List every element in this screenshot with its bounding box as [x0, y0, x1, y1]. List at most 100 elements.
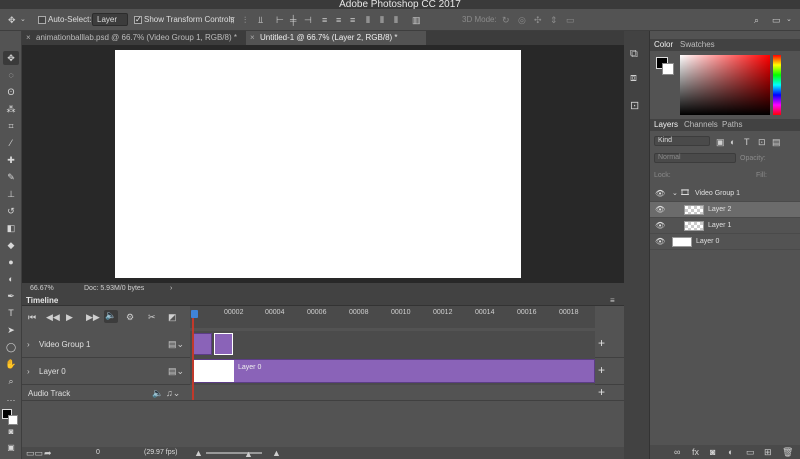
paragraph-panel-icon[interactable]: ⊡ [630, 101, 639, 112]
type-tool-icon[interactable]: T [3, 306, 19, 320]
delete-layer-icon[interactable]: 🗑 [782, 447, 793, 457]
render-video-icon[interactable]: ➦ [44, 448, 52, 458]
auto-select-check[interactable] [38, 15, 46, 24]
path-selection-tool-icon[interactable]: ➤ [3, 323, 19, 337]
brush-tool-icon[interactable]: ✎ [3, 170, 19, 184]
marquee-tool-icon[interactable]: ◌ [3, 68, 19, 82]
layer-row-video-group-1[interactable]: 👁 ⌄ 🎞 Video Group 1 [650, 186, 800, 202]
close-icon[interactable]: × [26, 31, 31, 45]
new-group-icon[interactable]: ▭ [746, 447, 755, 457]
video-clip[interactable] [214, 333, 233, 355]
video-clip[interactable] [193, 333, 212, 355]
group-chevron-icon[interactable]: ⌄ [672, 189, 678, 197]
visibility-eye-icon[interactable]: 👁 [655, 237, 665, 246]
visibility-eye-icon[interactable]: 👁 [655, 189, 665, 198]
audio-mute-icon[interactable]: 🔈 [104, 310, 118, 323]
auto-select-checkbox[interactable]: Auto-Select: [38, 14, 92, 26]
workspace-icon[interactable]: ▭ [772, 15, 781, 25]
background-swatch[interactable] [662, 63, 674, 75]
3d-orbit-icon[interactable]: ↻ [502, 15, 510, 25]
background-color-swatch[interactable] [8, 415, 18, 425]
ellipse-tool-icon[interactable]: ◯ [3, 340, 19, 354]
add-audio-icon[interactable]: + [598, 385, 605, 399]
layer-row-layer-0[interactable]: 👁 Layer 0 [650, 234, 800, 250]
3d-slide-icon[interactable]: ⇕ [550, 15, 558, 25]
history-panel-icon[interactable]: ⧉ [630, 49, 638, 60]
filter-adjust-icon[interactable]: ◐ [730, 137, 735, 147]
blur-tool-icon[interactable]: ● [3, 255, 19, 269]
tab-channels[interactable]: Channels [684, 120, 718, 129]
eraser-tool-icon[interactable]: ◧ [3, 221, 19, 235]
expand-chevron-icon[interactable]: › [27, 340, 30, 349]
layer-row-layer-1[interactable]: 👁 Layer 1 [650, 218, 800, 234]
filter-pixel-icon[interactable]: ▣ [716, 137, 725, 147]
previous-frame-icon[interactable]: ◀◀ [46, 312, 60, 322]
paint-bucket-tool-icon[interactable]: ◆ [3, 238, 19, 252]
color-picker-field[interactable] [680, 55, 770, 115]
canvas-area[interactable] [22, 45, 624, 283]
timeline-ruler[interactable]: 00002 00004 00006 00008 00010 00012 0001… [190, 306, 595, 328]
dodge-tool-icon[interactable]: ◐ [3, 272, 19, 286]
distribute-top-icon[interactable]: ≡ [322, 15, 327, 25]
tab-layers[interactable]: Layers [654, 120, 678, 129]
expand-chevron-icon[interactable]: › [27, 367, 30, 376]
screen-mode-icon[interactable]: ▣ [3, 441, 19, 455]
history-brush-tool-icon[interactable]: ↺ [3, 204, 19, 218]
more-tools-icon[interactable]: ··· [3, 393, 19, 407]
panel-menu-icon[interactable]: ≡ [610, 296, 615, 305]
blend-mode-dropdown[interactable]: Normal [654, 153, 736, 163]
align-top-icon[interactable]: ⫪ [230, 15, 235, 25]
add-mask-icon[interactable]: ◙ [710, 447, 715, 457]
track-lane[interactable] [190, 331, 595, 358]
document-canvas[interactable] [115, 50, 521, 278]
quick-mask-icon[interactable]: ◙ [3, 425, 19, 439]
add-media-icon[interactable]: + [598, 363, 605, 377]
align-bottom-icon[interactable]: ⫫ [258, 15, 263, 25]
visibility-eye-icon[interactable]: 👁 [655, 221, 665, 230]
new-layer-icon[interactable]: ⊞ [764, 447, 772, 457]
distribute-vcenter-icon[interactable]: ≡ [336, 15, 341, 25]
3d-roll-icon[interactable]: ◎ [518, 15, 526, 25]
layer-kind-filter[interactable]: Kind [654, 136, 710, 146]
audio-mute-icon[interactable]: 🔈 [152, 388, 163, 398]
3d-pan-icon[interactable]: ✣ [534, 15, 542, 25]
tab-animationballlab[interactable]: × animationballlab.psd @ 66.7% (Video Gr… [22, 31, 246, 45]
move-tool-icon[interactable]: ✥ [8, 15, 16, 25]
move-tool-icon[interactable]: ✥ [3, 51, 19, 65]
distribute-left-icon[interactable]: ⦀ [366, 15, 370, 25]
link-layers-icon[interactable]: ∞ [674, 447, 680, 457]
tab-untitled-1[interactable]: × Untitled-1 @ 66.7% (Layer 2, RGB/8) * [246, 31, 426, 45]
zoom-tool-icon[interactable]: ⌕ [3, 374, 19, 388]
track-options-icon[interactable]: ▤⌄ [168, 366, 184, 376]
track-options-icon[interactable]: ▤⌄ [168, 339, 184, 349]
align-right-icon[interactable]: ⊣ [304, 15, 312, 25]
zoom-slider-handle-icon[interactable]: ▲ [244, 449, 253, 459]
close-icon[interactable]: × [250, 31, 255, 45]
filter-type-icon[interactable]: T [744, 137, 750, 147]
layer-clip[interactable]: Layer 0 [193, 359, 595, 383]
distribute-bottom-icon[interactable]: ≡ [350, 15, 355, 25]
healing-brush-tool-icon[interactable]: ✚ [3, 153, 19, 167]
visibility-eye-icon[interactable]: 👁 [655, 205, 665, 214]
clone-stamp-tool-icon[interactable]: ⊥ [3, 187, 19, 201]
convert-frames-icon[interactable]: ▭▭ [26, 448, 43, 458]
align-left-icon[interactable]: ⊢ [276, 15, 284, 25]
tab-color[interactable]: Color [654, 40, 673, 49]
add-media-icon[interactable]: + [598, 336, 605, 350]
lasso-tool-icon[interactable]: ʘ [3, 85, 19, 99]
tab-paths[interactable]: Paths [722, 120, 742, 129]
align-hcenter-icon[interactable]: ╪ [290, 15, 296, 25]
auto-align-icon[interactable]: ▥ [412, 15, 421, 25]
status-chevron-icon[interactable]: › [170, 285, 172, 292]
tab-swatches[interactable]: Swatches [680, 40, 715, 49]
crop-tool-icon[interactable]: ⌗ [3, 119, 19, 133]
tool-preset-chevron-icon[interactable]: ⌄ [20, 15, 26, 25]
settings-gear-icon[interactable]: ⚙ [126, 312, 134, 322]
first-frame-icon[interactable]: ⏮ [28, 312, 36, 322]
properties-panel-icon[interactable]: ⧈ [630, 73, 637, 84]
playhead[interactable] [191, 310, 198, 318]
layer-style-icon[interactable]: fx [692, 447, 699, 457]
hand-tool-icon[interactable]: ✋ [3, 357, 19, 371]
quick-select-tool-icon[interactable]: ⁂ [3, 102, 19, 116]
search-icon[interactable]: ⌕ [754, 15, 759, 25]
